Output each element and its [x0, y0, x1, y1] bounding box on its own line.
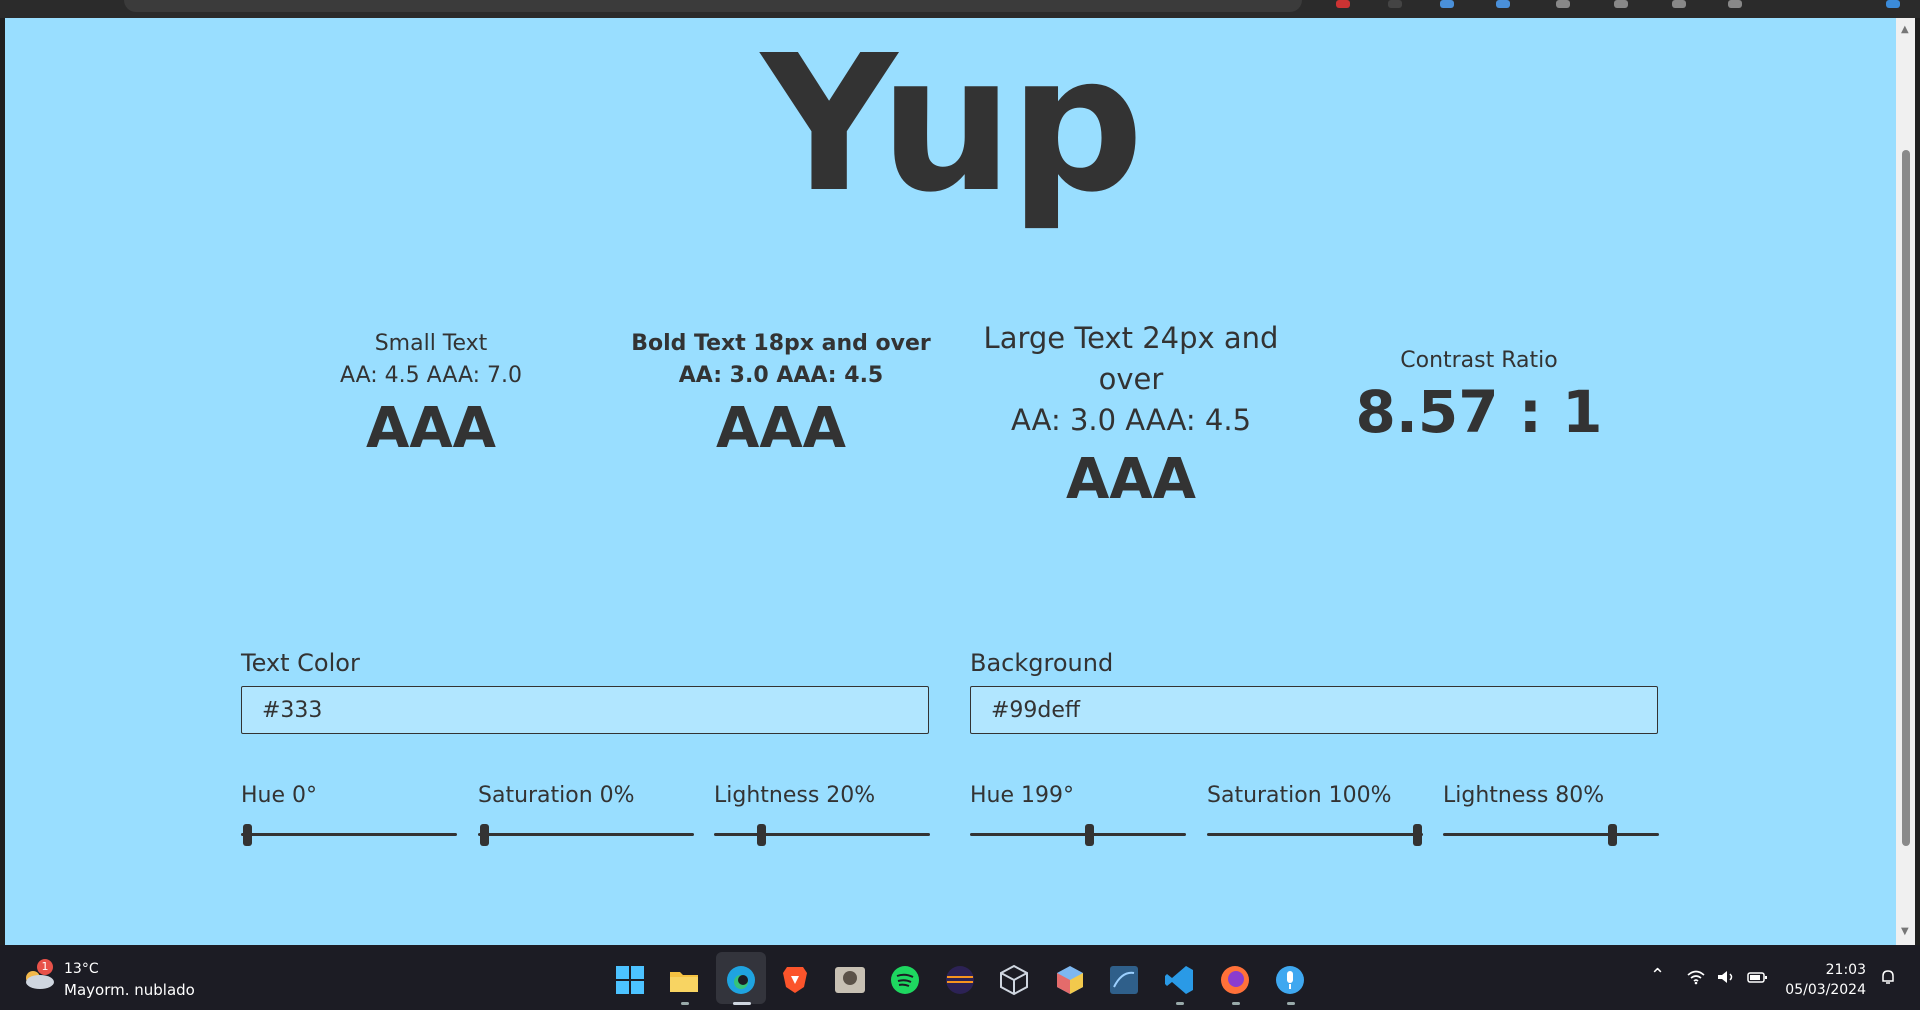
system-clock[interactable]: 21:03 05/03/2024 — [1766, 960, 1866, 1000]
background-lightness-slider[interactable] — [1443, 824, 1659, 846]
extension-icon[interactable] — [1672, 0, 1686, 8]
background-label: Background — [970, 649, 1114, 677]
extension-icon[interactable] — [1388, 0, 1402, 8]
edge-icon[interactable] — [724, 963, 758, 997]
running-indicator — [1176, 1002, 1184, 1005]
taskbar: 1 13°C Mayorm. nublado ⌃ 21:03 05/03/202… — [0, 945, 1920, 1010]
clock-time: 21:03 — [1825, 962, 1866, 978]
background-lightness-label: Lightness 80% — [1443, 783, 1605, 808]
address-bar[interactable] — [124, 0, 1302, 12]
scroll-up-icon[interactable]: ▲ — [1901, 24, 1909, 35]
slider-thumb[interactable] — [1084, 824, 1094, 846]
spotify-icon[interactable] — [888, 963, 922, 997]
scrollbar-thumb[interactable] — [1902, 150, 1910, 846]
extension-icon[interactable] — [1496, 0, 1510, 8]
contrast-ratio-metric: Contrast Ratio 8.57 : 1 — [1299, 345, 1659, 447]
metric-title: Small Text — [374, 331, 488, 356]
background-saturation-slider[interactable] — [1207, 824, 1423, 846]
hero-text: Yup — [761, 18, 1144, 234]
clock-date: 05/03/2024 — [1785, 982, 1866, 998]
text-lightness-slider[interactable] — [714, 824, 930, 846]
extension-icon[interactable] — [1556, 0, 1570, 8]
metric-title: Contrast Ratio — [1400, 348, 1558, 373]
small-text-metric: Small Text AA: 4.5 AAA: 7.0 AAA — [251, 328, 611, 464]
text-color-input[interactable] — [241, 686, 929, 734]
volume-icon[interactable] — [1716, 969, 1736, 985]
page-viewport: Yup Small Text AA: 4.5 AAA: 7.0 AAA Bold… — [5, 18, 1896, 945]
box-app-icon[interactable] — [1053, 963, 1087, 997]
metric-rating: AAA — [1065, 447, 1197, 512]
chevron-up-icon[interactable]: ⌃ — [1650, 965, 1665, 986]
extension-icon[interactable] — [1440, 0, 1454, 8]
metric-rating: AAA — [365, 396, 497, 461]
text-hue-label: Hue 0° — [241, 783, 318, 808]
bold-text-metric: Bold Text 18px and over AA: 3.0 AAA: 4.5… — [601, 328, 961, 464]
wifi-icon[interactable] — [1686, 969, 1706, 985]
slider-thumb[interactable] — [243, 824, 252, 846]
menu-icon[interactable] — [1728, 0, 1742, 8]
weather-description: Mayorm. nublado — [64, 981, 195, 999]
running-indicator — [681, 1002, 689, 1005]
mysql-workbench-icon[interactable] — [1107, 963, 1141, 997]
copilot-icon[interactable] — [1886, 0, 1900, 8]
background-saturation-label: Saturation 100% — [1207, 783, 1392, 808]
window-edge — [1915, 18, 1920, 945]
notification-bell-icon[interactable] — [1878, 967, 1898, 987]
running-indicator — [1287, 1002, 1295, 1005]
metric-title: Large Text 24px and over — [983, 321, 1279, 396]
vscode-icon[interactable] — [1162, 963, 1196, 997]
metric-thresholds: AA: 3.0 AAA: 4.5 — [678, 363, 884, 388]
extension-icon[interactable] — [1614, 0, 1628, 8]
slider-thumb[interactable] — [1413, 824, 1422, 846]
brave-icon[interactable] — [778, 963, 812, 997]
page-scrollbar[interactable]: ▲ ▼ — [1896, 18, 1915, 945]
text-hue-slider[interactable] — [241, 824, 457, 846]
file-explorer-icon[interactable] — [667, 963, 701, 997]
firefox-icon[interactable] — [1218, 963, 1252, 997]
metric-rating: AAA — [715, 396, 847, 461]
slider-track — [478, 833, 694, 836]
slider-track — [714, 833, 930, 836]
background-color-input[interactable] — [970, 686, 1658, 734]
browser-chrome — [0, 0, 1920, 18]
background-hue-slider[interactable] — [970, 824, 1186, 846]
text-saturation-label: Saturation 0% — [478, 783, 635, 808]
eclipse-icon[interactable] — [943, 963, 977, 997]
scroll-down-icon[interactable]: ▼ — [1901, 926, 1909, 937]
text-lightness-label: Lightness 20% — [714, 783, 876, 808]
weather-badge: 1 — [37, 959, 53, 975]
active-indicator — [733, 1002, 751, 1005]
start-icon[interactable] — [613, 963, 647, 997]
running-indicator — [1232, 1002, 1240, 1005]
metric-title: Bold Text 18px and over — [631, 331, 931, 356]
battery-icon[interactable] — [1746, 969, 1768, 985]
background-hue-label: Hue 199° — [970, 783, 1075, 808]
metric-thresholds: AA: 3.0 AAA: 4.5 — [1010, 403, 1252, 437]
weather-temperature: 13°C — [64, 961, 99, 977]
large-text-metric: Large Text 24px and over AA: 3.0 AAA: 4.… — [951, 318, 1311, 515]
slider-track — [1443, 833, 1659, 836]
microphone-app-icon[interactable] — [1273, 963, 1307, 997]
contrast-ratio-value: 8.57 : 1 — [1355, 378, 1603, 446]
extension-icon[interactable] — [1336, 0, 1350, 8]
slider-track — [970, 833, 1186, 836]
slider-thumb[interactable] — [1608, 824, 1618, 846]
text-color-label: Text Color — [241, 649, 360, 677]
photo-app-icon[interactable] — [833, 963, 867, 997]
slider-track — [241, 833, 457, 836]
virtualbox-icon[interactable] — [997, 963, 1031, 997]
text-saturation-slider[interactable] — [478, 824, 694, 846]
slider-thumb[interactable] — [756, 824, 766, 846]
metric-thresholds: AA: 4.5 AAA: 7.0 — [339, 363, 523, 388]
slider-track — [1207, 833, 1423, 836]
slider-thumb[interactable] — [480, 824, 489, 846]
